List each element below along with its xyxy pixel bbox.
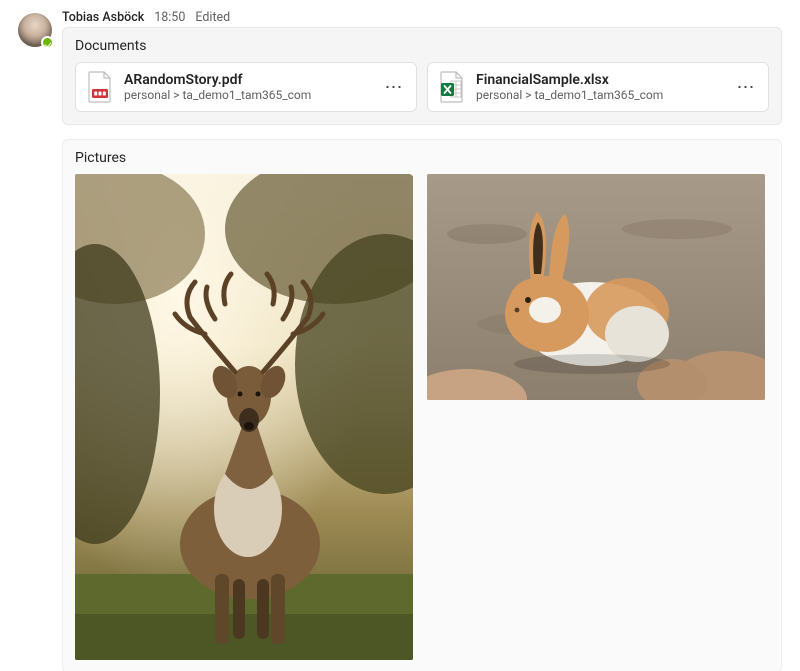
pictures-title: Pictures xyxy=(75,150,769,166)
avatar[interactable] xyxy=(18,13,52,47)
presence-available-icon xyxy=(41,36,54,49)
documents-title: Documents xyxy=(75,38,769,54)
edited-label: Edited xyxy=(195,10,230,25)
more-actions-button[interactable]: ⋯ xyxy=(382,75,406,99)
message-time: 18:50 xyxy=(154,10,185,25)
document-card[interactable]: ARandomStory.pdf personal > ta_demo1_tam… xyxy=(75,62,417,112)
documents-section: Documents xyxy=(62,27,782,125)
pdf-file-icon xyxy=(86,71,114,103)
more-icon: ⋯ xyxy=(737,77,756,98)
more-icon: ⋯ xyxy=(385,77,404,98)
pictures-section: Pictures xyxy=(62,139,782,671)
excel-file-icon xyxy=(438,71,466,103)
picture-attachment[interactable] xyxy=(427,174,765,400)
document-name: FinancialSample.xlsx xyxy=(476,72,724,88)
document-name: ARandomStory.pdf xyxy=(124,72,372,88)
author-name: Tobias Asböck xyxy=(62,10,144,25)
document-card[interactable]: FinancialSample.xlsx personal > ta_demo1… xyxy=(427,62,769,112)
more-actions-button[interactable]: ⋯ xyxy=(734,75,758,99)
document-path: personal > ta_demo1_tam365_com xyxy=(476,88,724,102)
message-meta: Tobias Asböck 18:50 Edited xyxy=(62,10,782,25)
picture-attachment[interactable] xyxy=(75,174,413,660)
document-path: personal > ta_demo1_tam365_com xyxy=(124,88,372,102)
